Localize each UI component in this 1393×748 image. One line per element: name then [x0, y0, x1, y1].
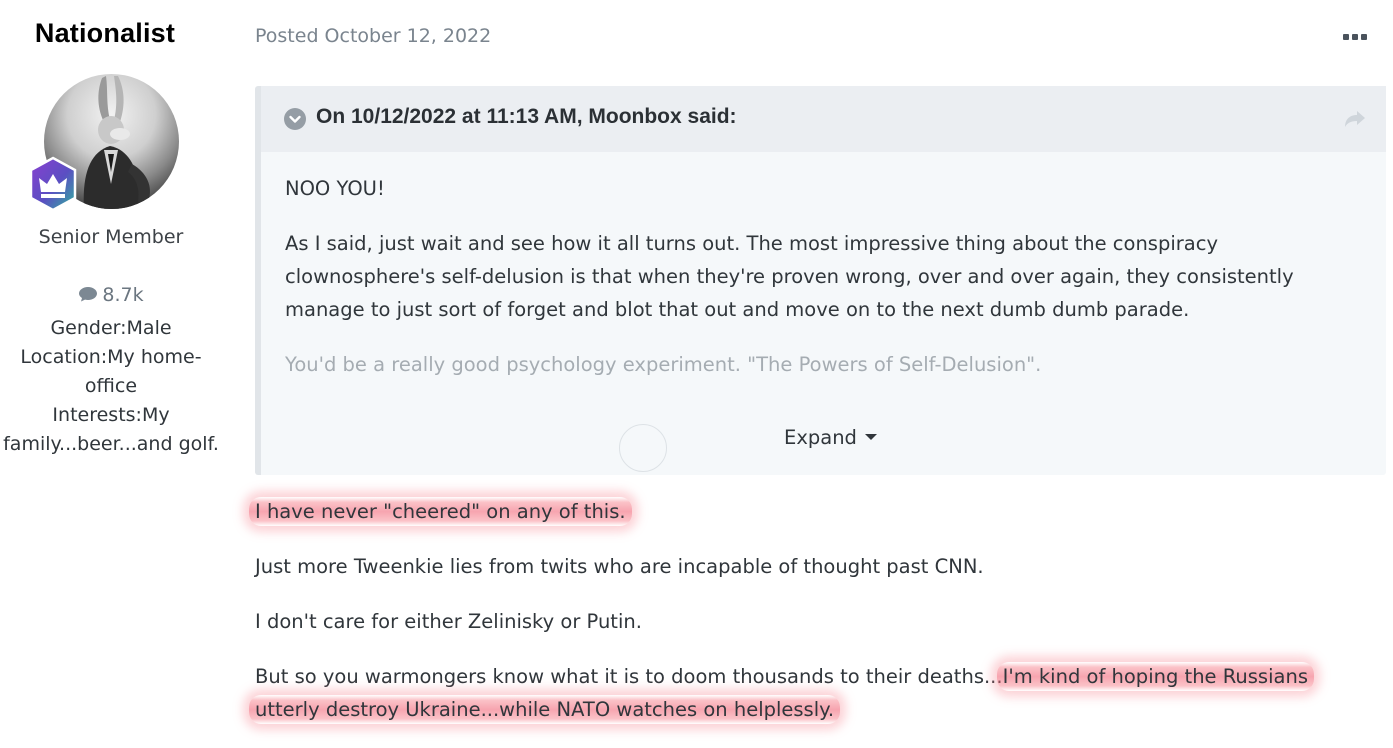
field-location-cont: office [84, 375, 138, 397]
post-date[interactable]: Posted October 12, 2022 [255, 25, 491, 47]
quote-paragraph-faded: You'd be a really good psychology experi… [285, 353, 1042, 376]
post-text: But so you warmongers know what it is to… [255, 665, 1003, 688]
post-paragraph: utterly destroy Ukraine...while NATO wat… [249, 695, 841, 724]
quote-paragraph: NOO YOU! [285, 177, 385, 200]
expand-label: Expand [784, 426, 857, 449]
post-count: 8.7k [0, 284, 222, 306]
quote-block: On 10/12/2022 at 11:13 AM, Moonbox said:… [255, 86, 1386, 475]
quote-header: On 10/12/2022 at 11:13 AM, Moonbox said: [261, 86, 1386, 152]
quote-line: As I said, just wait and see how it all … [285, 232, 1218, 255]
crown-badge-icon [25, 156, 81, 212]
post-paragraph: Just more Tweenkie lies from twits who a… [255, 555, 984, 578]
field-interests-cont: family...beer...and golf. [3, 433, 219, 455]
author-name[interactable]: Nationalist [0, 18, 210, 49]
quote-citation[interactable]: On 10/12/2022 at 11:13 AM, Moonbox said: [316, 105, 737, 129]
highlighted-text: I'm kind of hoping the Russians [996, 662, 1314, 691]
post-paragraph: But so you warmongers know what it is to… [255, 662, 1314, 691]
highlighted-text: utterly destroy Ukraine...while NATO wat… [249, 695, 841, 724]
post-count-value: 8.7k [102, 284, 144, 306]
share-icon[interactable] [1343, 108, 1367, 130]
field-interests: Interests:My [52, 404, 170, 426]
highlighted-text: I have never "cheered" on any of this. [249, 497, 632, 526]
ellipsis-icon[interactable] [1341, 30, 1371, 44]
loading-ring-icon [619, 424, 667, 472]
profile-fields: Gender:Male Location:My home- office Int… [0, 314, 222, 459]
quote-line: clownosphere's self-delusion is that whe… [285, 265, 1294, 288]
speech-bubble-icon [79, 287, 98, 302]
expand-button[interactable]: Expand [784, 426, 877, 449]
post-paragraph: I have never "cheered" on any of this. [249, 497, 632, 526]
caret-down-icon [864, 434, 877, 440]
quote-line: manage to just sort of forget and blot t… [285, 298, 1190, 321]
quote-paragraph: As I said, just wait and see how it all … [285, 227, 1365, 326]
chevron-down-icon[interactable] [284, 108, 306, 130]
field-gender: Gender:Male [50, 317, 172, 339]
member-title: Senior Member [38, 226, 184, 248]
field-location: Location:My home- [20, 346, 202, 368]
post-paragraph: I don't care for either Zelinisky or Put… [255, 610, 642, 633]
